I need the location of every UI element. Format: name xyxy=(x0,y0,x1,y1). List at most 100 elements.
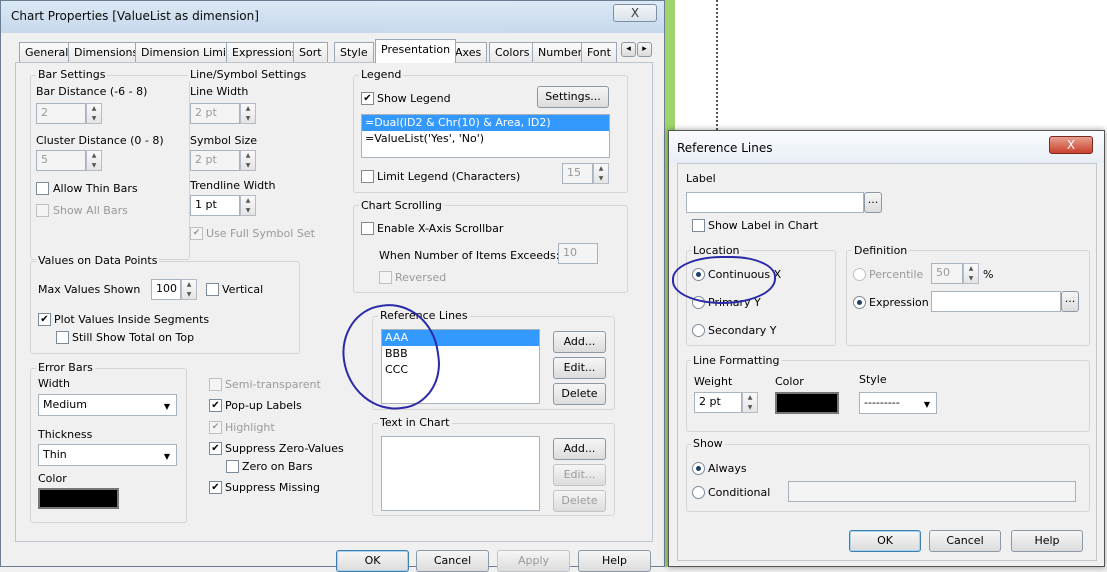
text-add-button[interactable]: Add... xyxy=(553,438,606,460)
show-all-bars-checkbox[interactable] xyxy=(36,204,49,217)
weight-input[interactable]: 2 pt xyxy=(694,392,742,413)
show-legend-checkbox[interactable]: ✔ xyxy=(361,92,374,105)
dialog-title: Reference Lines xyxy=(677,141,773,155)
conditional-radio[interactable] xyxy=(692,486,705,499)
dialog-body: Label ... Show Label in Chart Location C… xyxy=(672,163,1097,561)
percentile-spinner[interactable]: ▲ ▼ xyxy=(963,263,979,284)
reversed-checkbox[interactable] xyxy=(379,271,392,284)
show-label-label: Show Label in Chart xyxy=(708,219,819,232)
line-color-swatch[interactable] xyxy=(775,392,839,414)
chevron-down-icon: ▼ xyxy=(163,452,170,461)
limit-legend-input[interactable]: 15 xyxy=(562,163,593,184)
plot-inside-checkbox[interactable]: ✔ xyxy=(38,313,51,326)
tab-dimensions[interactable]: Dimensions xyxy=(68,42,145,63)
tab-sort[interactable]: Sort xyxy=(293,42,328,63)
tab-presentation[interactable]: Presentation xyxy=(375,39,457,63)
highlight-checkbox[interactable]: ✔ xyxy=(209,421,222,434)
semi-transparent-checkbox[interactable] xyxy=(209,378,222,391)
vertical-checkbox[interactable] xyxy=(206,283,219,296)
popup-labels-checkbox[interactable]: ✔ xyxy=(209,399,222,412)
max-values-spinner[interactable]: ▲ ▼ xyxy=(181,279,197,300)
style-label: Style xyxy=(859,373,887,386)
tab-style[interactable]: Style xyxy=(334,42,374,63)
list-item[interactable]: =Dual(ID2 & Chr(10) & Area, ID2) xyxy=(362,115,609,131)
line-style-select[interactable]: --------- ▼ xyxy=(859,392,937,414)
zero-on-bars-checkbox[interactable] xyxy=(226,460,239,473)
close-icon: X xyxy=(1066,138,1076,152)
error-thickness-select[interactable]: Thin ▼ xyxy=(38,444,177,466)
symbol-size-spinner[interactable]: ▲ ▼ xyxy=(240,150,256,171)
chevron-down-icon: ▼ xyxy=(163,402,170,411)
exceeds-input[interactable]: 10 xyxy=(558,243,598,264)
always-radio[interactable] xyxy=(692,462,705,475)
expression-radio[interactable] xyxy=(853,296,866,309)
ok-button[interactable]: OK xyxy=(336,550,409,572)
expression-browse-button[interactable]: ... xyxy=(1061,291,1079,312)
ref-add-button[interactable]: Add... xyxy=(553,331,606,353)
secondary-y-radio[interactable] xyxy=(692,324,705,337)
show-legend-label: Show Legend xyxy=(377,92,451,105)
bar-distance-input[interactable]: 2 xyxy=(36,103,86,124)
suppress-zero-label: Suppress Zero-Values xyxy=(225,442,344,455)
error-width-select[interactable]: Medium ▼ xyxy=(38,394,177,416)
list-item[interactable]: =ValueList('Yes', 'No') xyxy=(362,131,609,147)
cancel-button[interactable]: Cancel xyxy=(416,550,489,572)
symbol-size-input[interactable]: 2 pt xyxy=(190,150,240,171)
line-width-label: Line Width xyxy=(190,85,249,98)
label-browse-button[interactable]: ... xyxy=(864,192,882,213)
cluster-distance-input[interactable]: 5 xyxy=(36,150,86,171)
cluster-distance-spinner[interactable]: ▲ ▼ xyxy=(86,150,102,171)
cancel-button[interactable]: Cancel xyxy=(929,530,1001,552)
tab-font[interactable]: Font xyxy=(581,42,617,63)
allow-thin-bars-checkbox[interactable] xyxy=(36,182,49,195)
help-button[interactable]: Help xyxy=(1011,530,1083,552)
line-width-input[interactable]: 2 pt xyxy=(190,103,240,124)
expression-input[interactable] xyxy=(931,291,1061,312)
suppress-missing-checkbox[interactable]: ✔ xyxy=(209,481,222,494)
apply-button[interactable]: Apply xyxy=(497,550,570,572)
text-edit-button[interactable]: Edit... xyxy=(553,464,606,486)
limit-legend-spinner[interactable]: ▲ ▼ xyxy=(593,163,609,184)
trendline-width-spinner[interactable]: ▲ ▼ xyxy=(240,195,256,216)
max-values-input[interactable]: 100 xyxy=(151,279,181,300)
text-in-chart-list[interactable] xyxy=(381,436,540,511)
legend-settings-button[interactable]: Settings... xyxy=(537,86,609,108)
ref-edit-button[interactable]: Edit... xyxy=(553,357,606,379)
trendline-width-input[interactable]: 1 pt xyxy=(190,195,240,216)
plot-inside-label: Plot Values Inside Segments xyxy=(54,313,210,326)
thickness-label: Thickness xyxy=(38,428,93,441)
close-button[interactable]: X xyxy=(613,4,657,22)
tab-scroll-right-icon[interactable]: ▸ xyxy=(637,42,652,57)
suppress-zero-checkbox[interactable]: ✔ xyxy=(209,442,222,455)
zero-on-bars-label: Zero on Bars xyxy=(242,460,313,473)
use-full-symbol-set-label: Use Full Symbol Set xyxy=(206,227,315,240)
weight-spinner[interactable]: ▲ ▼ xyxy=(742,392,758,413)
help-button[interactable]: Help xyxy=(578,550,651,572)
tab-scroll-left-icon[interactable]: ◂ xyxy=(621,42,636,57)
tab-general[interactable]: General xyxy=(19,42,75,63)
percentile-input[interactable]: 50 xyxy=(931,263,963,284)
ref-delete-button[interactable]: Delete xyxy=(553,383,606,405)
text-delete-button[interactable]: Delete xyxy=(553,490,606,512)
close-button[interactable]: X xyxy=(1049,136,1093,154)
conditional-input[interactable] xyxy=(788,481,1076,502)
bar-distance-spinner[interactable]: ▲ ▼ xyxy=(86,103,102,124)
limit-legend-checkbox[interactable] xyxy=(361,170,374,183)
tab-expressions[interactable]: Expressions xyxy=(226,42,304,63)
show-label-checkbox[interactable] xyxy=(692,219,705,232)
line-width-spinner[interactable]: ▲ ▼ xyxy=(240,103,256,124)
ok-button[interactable]: OK xyxy=(849,530,921,552)
use-full-symbol-set-checkbox[interactable]: ✔ xyxy=(190,227,203,240)
still-show-total-checkbox[interactable] xyxy=(56,331,69,344)
tab-colors[interactable]: Colors xyxy=(489,42,536,63)
highlight-label: Highlight xyxy=(225,421,275,434)
percentile-radio[interactable] xyxy=(853,268,866,281)
legend-list: =Dual(ID2 & Chr(10) & Area, ID2) =ValueL… xyxy=(361,114,610,158)
label-input[interactable] xyxy=(686,192,864,213)
vertical-label: Vertical xyxy=(222,283,264,296)
enable-scrollbar-checkbox[interactable] xyxy=(361,222,374,235)
presentation-panel: Bar Settings Bar Distance (-6 - 8) 2 ▲ ▼ … xyxy=(15,62,653,542)
color-label: Color xyxy=(38,472,67,485)
error-color-swatch[interactable] xyxy=(38,488,119,509)
tab-number[interactable]: Number xyxy=(532,42,589,63)
